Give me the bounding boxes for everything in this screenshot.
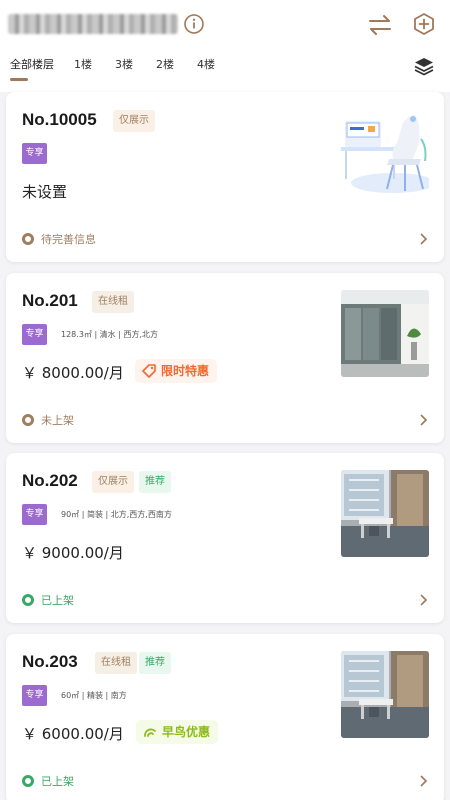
promo-badge: 早鸟优惠 xyxy=(136,720,219,744)
room-number: No.202 xyxy=(22,471,78,490)
exclusive-badge: 专享 xyxy=(22,504,47,525)
furnished-office-photo xyxy=(341,470,429,557)
exclusive-badge: 专享 xyxy=(22,685,47,706)
room-specs: 128.3㎡ | 清水 | 西方,北方 xyxy=(61,330,159,339)
tag-recommended: 推荐 xyxy=(139,471,171,493)
room-card[interactable]: No.203 在线租 推荐 专享 60㎡ | 精装 | 南方 ￥ 6000.00… xyxy=(6,634,444,800)
room-card[interactable]: No.202 仅展示 推荐 专享 90㎡ | 简装 | 北方,西方,西南方 ￥ … xyxy=(6,453,444,623)
layers-icon[interactable] xyxy=(412,54,436,78)
status-dot-icon xyxy=(22,594,34,606)
chevron-right-icon[interactable] xyxy=(418,774,428,788)
status-dot-icon xyxy=(22,233,34,245)
status-dot-icon xyxy=(22,775,34,787)
swap-arrows-icon[interactable] xyxy=(366,12,394,38)
monthly-price: ￥ 6000.00/月 xyxy=(22,725,124,743)
top-bar: 全部楼层 1楼 3楼 2楼 4楼 xyxy=(0,0,450,92)
floor-tabs: 全部楼层 1楼 3楼 2楼 4楼 xyxy=(0,52,400,82)
status-label: 未上架 xyxy=(22,412,74,428)
tag-recommended: 推荐 xyxy=(139,652,171,674)
exclusive-badge: 专享 xyxy=(22,143,47,164)
furnished-office-photo xyxy=(341,651,429,738)
status-label: 待完善信息 xyxy=(22,231,96,247)
room-specs: 60㎡ | 精装 | 南方 xyxy=(61,691,127,700)
room-number: No.201 xyxy=(22,291,78,310)
active-tab-indicator xyxy=(10,78,28,81)
price-unset: 未设置 xyxy=(22,183,68,201)
blurred-building-title xyxy=(8,14,178,34)
office-chair-illustration xyxy=(341,109,429,196)
tab-floor-2[interactable]: 2楼 xyxy=(156,56,174,72)
tab-all-floors[interactable]: 全部楼层 xyxy=(10,56,54,72)
tag-online-rent: 在线租 xyxy=(95,652,137,674)
chevron-right-icon[interactable] xyxy=(418,413,428,427)
price-tag-icon xyxy=(142,364,156,378)
tab-floor-4[interactable]: 4楼 xyxy=(197,56,215,72)
monthly-price: ￥ 8000.00/月 xyxy=(22,364,124,382)
info-circle-icon[interactable] xyxy=(183,13,205,35)
room-number: No.10005 xyxy=(22,110,97,129)
plus-hexagon-icon[interactable] xyxy=(412,12,436,36)
tag-display-only: 仅展示 xyxy=(113,110,155,132)
tab-floor-3[interactable]: 3楼 xyxy=(115,56,133,72)
status-label: 已上架 xyxy=(22,773,74,789)
room-card[interactable]: No.201 在线租 专享 128.3㎡ | 清水 | 西方,北方 ￥ 8000… xyxy=(6,273,444,443)
early-bird-icon xyxy=(144,728,156,737)
chevron-right-icon[interactable] xyxy=(418,232,428,246)
status-label: 已上架 xyxy=(22,592,74,608)
tag-online-rent: 在线租 xyxy=(92,291,134,313)
glass-office-photo xyxy=(341,290,429,377)
room-number: No.203 xyxy=(22,652,78,671)
room-specs: 90㎡ | 简装 | 北方,西方,西南方 xyxy=(61,510,172,519)
monthly-price: ￥ 9000.00/月 xyxy=(22,544,124,562)
room-card[interactable]: No.10005 仅展示 专享 未设置 待完善信息 xyxy=(6,92,444,262)
promo-badge: 限时特惠 xyxy=(135,359,218,383)
tab-floor-1[interactable]: 1楼 xyxy=(74,56,92,72)
status-dot-icon xyxy=(22,414,34,426)
exclusive-badge: 专享 xyxy=(22,324,47,345)
tag-display-only: 仅展示 xyxy=(92,471,134,493)
chevron-right-icon[interactable] xyxy=(418,593,428,607)
